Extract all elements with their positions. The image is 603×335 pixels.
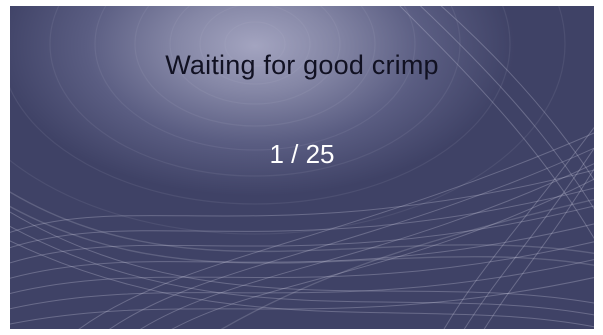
status-message: Waiting for good crimp: [165, 50, 439, 80]
crimp-status-screen: Waiting for good crimp 1 / 25: [10, 6, 594, 329]
progress-counter: 1 / 25: [269, 139, 335, 169]
device-display-frame: Waiting for good crimp 1 / 25: [0, 0, 603, 335]
